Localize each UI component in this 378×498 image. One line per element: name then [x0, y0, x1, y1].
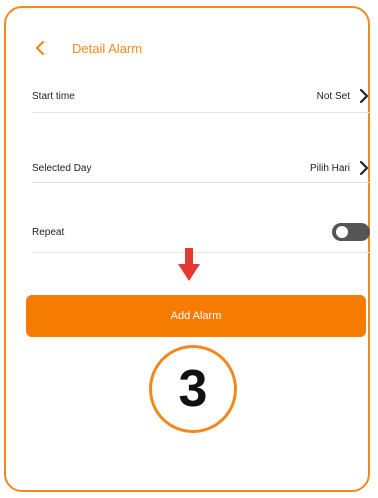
arrow-down-icon [178, 248, 200, 281]
selected-day-row[interactable]: Selected Day Pilih Hari [32, 156, 370, 180]
repeat-label: Repeat [32, 226, 65, 238]
repeat-toggle[interactable] [332, 223, 370, 241]
chevron-right-icon[interactable] [358, 88, 370, 104]
divider [32, 112, 370, 113]
start-time-value: Not Set [316, 90, 350, 102]
toggle-knob [336, 226, 348, 238]
step-number-badge: 3 [149, 345, 237, 433]
start-time-label: Start time [32, 90, 75, 102]
chevron-right-icon[interactable] [358, 160, 370, 176]
page-title: Detail Alarm [72, 40, 143, 56]
start-time-value-group[interactable]: Not Set [317, 88, 370, 104]
chevron-left-icon[interactable] [30, 38, 50, 58]
add-alarm-button[interactable]: Add Alarm [26, 295, 366, 337]
selected-day-value: Pilih Hari [309, 162, 350, 174]
divider [32, 252, 370, 253]
selected-day-label: Selected Day [32, 162, 92, 174]
divider [32, 182, 370, 183]
repeat-row: Repeat [32, 220, 370, 244]
selected-day-value-group[interactable]: Pilih Hari [310, 160, 370, 176]
header: Detail Alarm [30, 38, 142, 58]
start-time-row[interactable]: Start time Not Set [32, 84, 370, 108]
